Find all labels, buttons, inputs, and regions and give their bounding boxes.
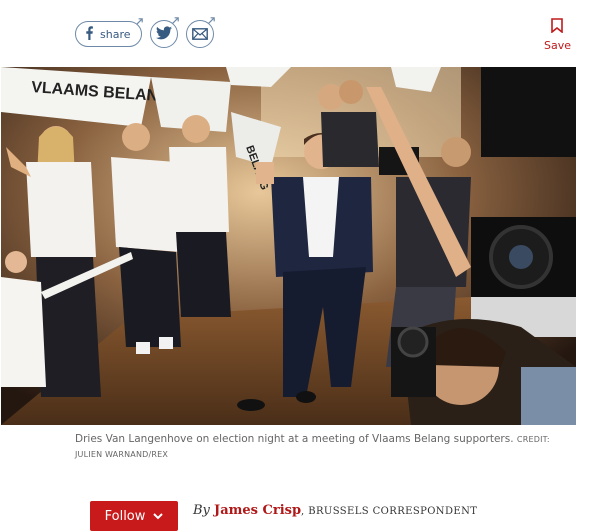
facebook-share-label: share: [100, 27, 131, 41]
email-share-button[interactable]: [185, 17, 215, 48]
author-role: , BRUSSELS CORRESPONDENT: [301, 506, 478, 517]
twitter-icon: [155, 25, 172, 44]
share-bar: share: [75, 17, 215, 48]
external-arrow-icon: [207, 17, 215, 24]
facebook-share-button[interactable]: share: [75, 18, 143, 47]
photo-illustration: VLAAMS BELANG BELANG: [1, 67, 576, 425]
byline-prefix: By: [193, 503, 210, 518]
save-button[interactable]: Save: [544, 18, 571, 52]
external-arrow-icon: [135, 18, 143, 25]
envelope-icon: [191, 25, 208, 44]
article-photo: VLAAMS BELANG BELANG: [1, 67, 576, 425]
chevron-down-icon: [153, 509, 164, 524]
byline: By James Crisp, BRUSSELS CORRESPONDENT: [193, 503, 477, 518]
photo-caption: Dries Van Langenhove on election night a…: [75, 432, 565, 462]
bookmark-icon: [551, 18, 564, 37]
save-label: Save: [543, 39, 571, 52]
caption-text: Dries Van Langenhove on election night a…: [75, 433, 514, 445]
external-arrow-icon: [171, 17, 179, 24]
facebook-icon: [84, 25, 94, 44]
author-link[interactable]: James Crisp: [214, 503, 301, 518]
follow-label: Follow: [104, 508, 146, 524]
twitter-share-button[interactable]: [149, 17, 179, 48]
follow-button[interactable]: Follow: [90, 501, 178, 531]
author-role-text: BRUSSELS CORRESPONDENT: [308, 506, 478, 517]
